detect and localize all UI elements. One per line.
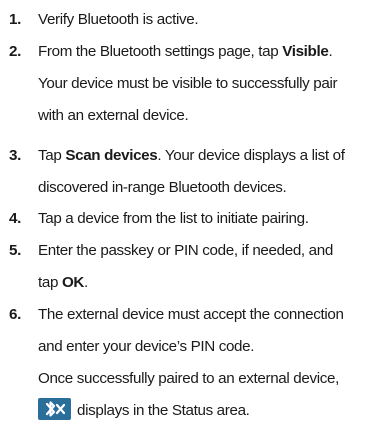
bold-term: OK (61, 274, 85, 291)
note-text: with an external device. (38, 107, 189, 124)
step-text: From the Bluetooth settings page, tap Vi… (38, 43, 333, 60)
note-text: displays in the Status area. (38, 397, 250, 423)
step-number: 6. (9, 306, 21, 323)
step-number: 1. (9, 11, 21, 28)
step-text: Verify Bluetooth is active. (38, 11, 199, 28)
step-number: 4. (9, 210, 21, 227)
step-text: Tap a device from the list to initiate p… (38, 210, 309, 227)
step-text: discovered in-range Bluetooth devices. (38, 179, 287, 196)
bold-term: Visible (282, 43, 329, 60)
note-text: Once successfully paired to an external … (38, 370, 339, 387)
step-text: Enter the passkey or PIN code, if needed… (38, 242, 333, 259)
step-text: The external device must accept the conn… (38, 306, 344, 323)
bold-term: Scan devices (65, 147, 158, 164)
step-text: Tap Scan devices. Your device displays a… (38, 147, 345, 164)
step-number: 3. (9, 147, 21, 164)
step-text: and enter your device’s PIN code. (38, 338, 255, 355)
step-number: 2. (9, 43, 21, 60)
bluetooth-connected-icon (38, 397, 71, 420)
step-text: tap OK. (38, 274, 88, 291)
note-text: Your device must be visible to successfu… (38, 75, 338, 92)
step-number: 5. (9, 242, 21, 259)
